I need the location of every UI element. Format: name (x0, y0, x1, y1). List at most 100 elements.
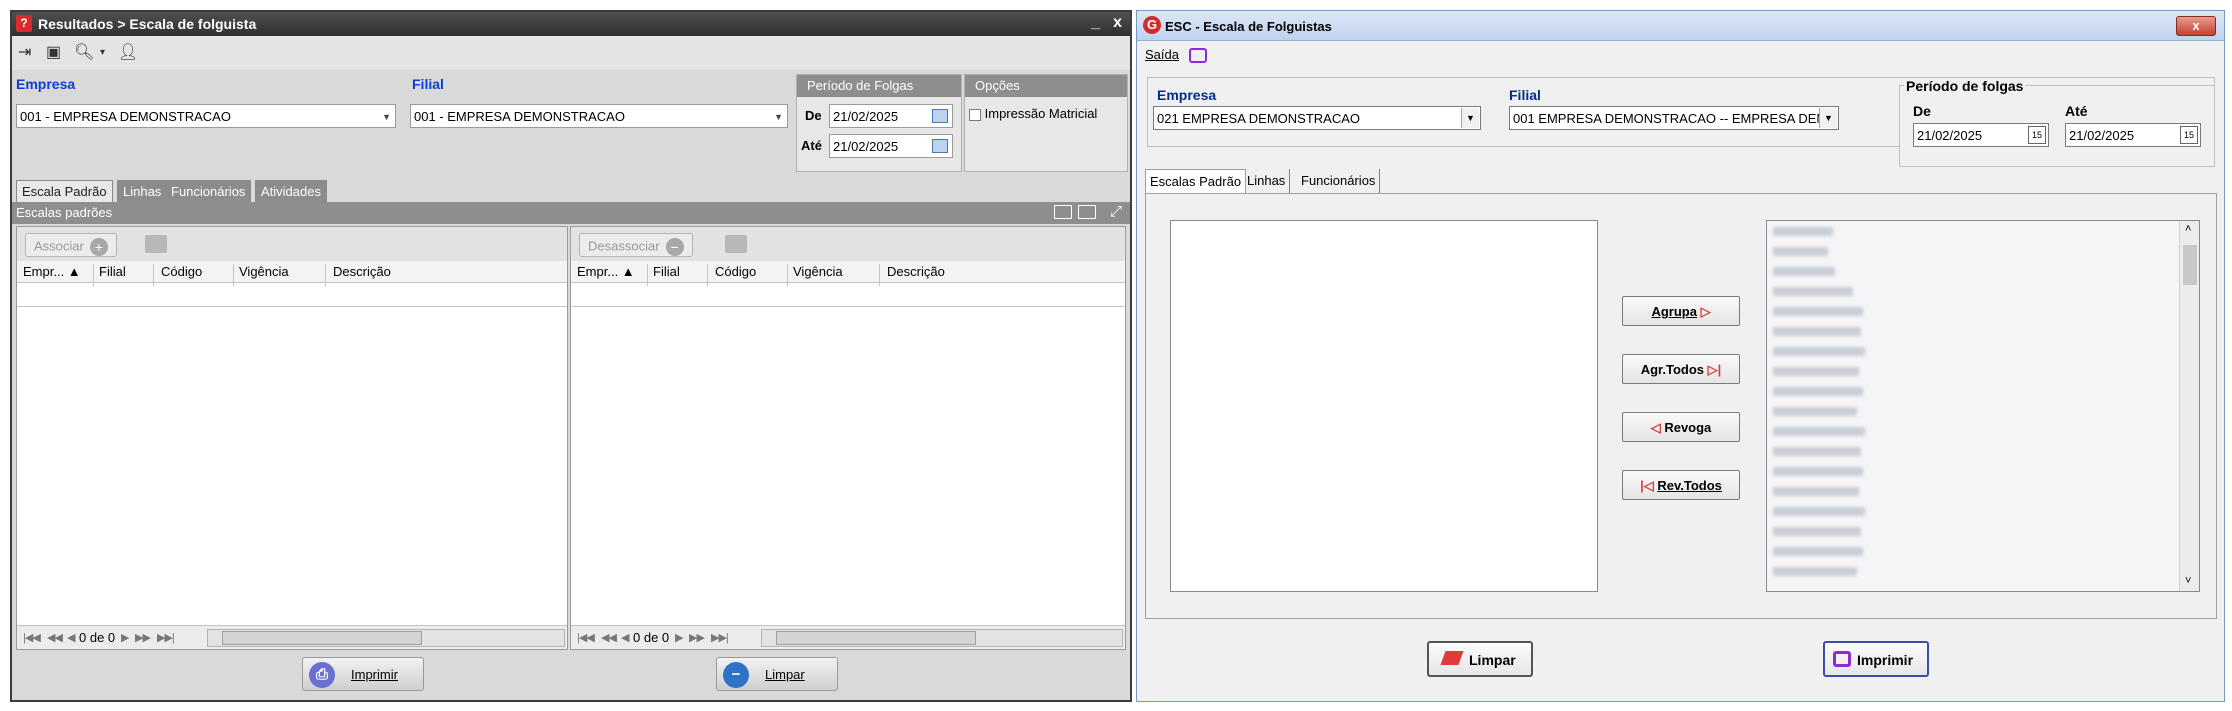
left-toolbar: ⇥ ▣ 🔍︎ ▾ 👤︎ (12, 36, 1130, 70)
limpar-button[interactable]: − Limpar (716, 657, 838, 691)
calendar-icon[interactable] (932, 139, 948, 153)
tab-linhas[interactable]: Linhas (1243, 169, 1291, 193)
filter-row[interactable] (571, 283, 1125, 307)
menu-saida[interactable]: Saída (1145, 47, 1179, 62)
tab-escala-padrao[interactable]: Escala Padrão (16, 180, 113, 202)
desassociar-button[interactable]: Desassociar − (579, 233, 693, 257)
impressao-checkbox[interactable]: Impressão Matricial (969, 106, 1097, 121)
tab-atividades[interactable]: Atividades (255, 180, 327, 202)
exit-icon[interactable]: ⇥ (18, 45, 36, 61)
section-header: Escalas padrões ⤢ (12, 202, 1130, 224)
prev-page-icon[interactable]: ◀◀ (601, 631, 617, 644)
expand-icon[interactable]: ⤢ (1110, 203, 1122, 220)
filter-row[interactable] (17, 283, 567, 307)
empresa-combo[interactable]: 021 EMPRESA DEMONSTRACAO ▼ (1153, 106, 1481, 130)
calendar-icon[interactable] (932, 109, 948, 123)
next-icon[interactable]: ▶ (121, 631, 130, 644)
filter-icon[interactable] (725, 235, 747, 253)
horizontal-scrollbar[interactable] (761, 629, 1123, 647)
next-page-icon[interactable]: ▶▶ (135, 631, 151, 644)
first-page-icon[interactable]: |◀◀ (23, 631, 41, 644)
record-count: 0 de 0 (633, 630, 670, 645)
col-filial[interactable]: Filial (99, 264, 126, 279)
window-icon[interactable] (1078, 205, 1096, 219)
left-window: ? Resultados > Escala de folguista _ x ⇥… (10, 10, 1132, 702)
minus-icon: − (665, 238, 684, 256)
grid-view-icon[interactable] (1054, 205, 1072, 219)
associar-button[interactable]: Associar + (25, 233, 117, 257)
col-vigencia[interactable]: Vigência (793, 264, 843, 279)
screen-icon[interactable]: ▣ (46, 45, 64, 61)
user-icon[interactable]: 👤︎ (118, 45, 138, 61)
chevron-down-icon[interactable]: ▾ (100, 45, 118, 61)
filter-icon[interactable] (145, 235, 167, 253)
agr-todos-button[interactable]: Agr.Todos ▷| (1622, 354, 1740, 384)
left-title-bar: ? Resultados > Escala de folguista _ x (12, 12, 1130, 36)
next-page-icon[interactable]: ▶▶ (689, 631, 705, 644)
limpar-button[interactable]: Limpar (1427, 641, 1533, 677)
calendar-icon[interactable]: 15 (2180, 126, 2198, 144)
col-descricao[interactable]: Descrição (333, 264, 391, 279)
prev-icon[interactable]: ◀ (67, 631, 76, 644)
col-empresa[interactable]: Empr... ▲ (23, 264, 81, 279)
tab-linhas[interactable]: Linhas (117, 180, 168, 202)
tab-funcionarios[interactable]: Funcionários (165, 180, 252, 202)
left-window-title: Resultados > Escala de folguista (38, 16, 257, 32)
col-descricao[interactable]: Descrição (887, 264, 945, 279)
de-label: De (1913, 103, 1931, 119)
next-icon[interactable]: ▶ (675, 631, 684, 644)
prev-page-icon[interactable]: ◀◀ (47, 631, 63, 644)
search-icon[interactable]: 🔍︎ (74, 45, 94, 61)
col-filial[interactable]: Filial (653, 264, 680, 279)
chevron-down-icon: ▼ (382, 112, 391, 122)
horizontal-scrollbar[interactable] (207, 629, 565, 647)
tab-funcionarios[interactable]: Funcionários (1297, 169, 1381, 193)
periodo-header: Período de Folgas (797, 75, 961, 97)
escalas-disponiveis-panel: Associar + Empr... ▲ Filial Código Vigênc… (16, 226, 568, 650)
close-button[interactable]: x (1113, 14, 1122, 32)
opcoes-header: Opções (965, 75, 1127, 97)
empresa-combo[interactable]: 001 - EMPRESA DEMONSTRACAO ▼ (16, 104, 396, 128)
minimize-button[interactable]: _ (1091, 14, 1100, 32)
minus-icon: − (723, 662, 749, 688)
escalas-associadas-panel: Desassociar − Empr... ▲ Filial Código Vig… (570, 226, 1126, 650)
chevron-down-icon[interactable]: ˅ (2185, 575, 2191, 587)
close-button[interactable]: x (2176, 16, 2216, 36)
selected-list[interactable]: ˄ ˅ (1766, 220, 2200, 592)
agrupa-button[interactable]: Agrupa ▷ (1622, 296, 1740, 326)
col-vigencia[interactable]: Vigência (239, 264, 289, 279)
col-empresa[interactable]: Empr... ▲ (577, 264, 635, 279)
col-codigo[interactable]: Código (161, 264, 202, 279)
first-page-icon[interactable]: |◀◀ (577, 631, 595, 644)
chevron-up-icon[interactable]: ˄ (2185, 223, 2191, 235)
filial-combo[interactable]: 001 EMPRESA DEMONSTRACAO -- EMPRESA DEMO… (1509, 106, 1839, 130)
last-page-icon[interactable]: ▶▶| (157, 631, 175, 644)
scroll-thumb[interactable] (2183, 245, 2197, 285)
imprimir-button[interactable]: Imprimir (1823, 641, 1929, 677)
ate-date-input[interactable]: 21/02/2025 (829, 134, 953, 158)
arrow-left-end-icon: |◁ (1640, 478, 1654, 493)
eraser-icon (1440, 651, 1464, 665)
vertical-scrollbar[interactable]: ˄ ˅ (2179, 221, 2199, 591)
de-date-input[interactable]: 21/02/2025 (829, 104, 953, 128)
filial-label: Filial (412, 76, 444, 92)
revoga-button[interactable]: ◁ Revoga (1622, 412, 1740, 442)
calendar-icon[interactable]: 15 (2028, 126, 2046, 144)
last-page-icon[interactable]: ▶▶| (711, 631, 729, 644)
prev-icon[interactable]: ◀ (621, 631, 630, 644)
available-list[interactable] (1170, 220, 1598, 592)
tab-escalas-padrao[interactable]: Escalas Padrão (1145, 169, 1247, 195)
ate-date-input[interactable]: 21/02/2025 15 (2065, 123, 2201, 147)
printer-icon (1833, 651, 1851, 667)
de-date-input[interactable]: 21/02/2025 15 (1913, 123, 2049, 147)
periodo-label: Período de folgas (1904, 78, 2026, 94)
checkbox-icon[interactable] (969, 108, 981, 121)
empresa-label: Empresa (16, 76, 76, 92)
right-title-bar: G ESC - Escala de Folguistas x (1137, 11, 2224, 41)
chevron-down-icon: ▼ (1461, 108, 1479, 128)
imprimir-button[interactable]: ⎙ Imprimir (302, 657, 424, 691)
rev-todos-button[interactable]: |◁ Rev.Todos (1622, 470, 1740, 500)
col-codigo[interactable]: Código (715, 264, 756, 279)
filial-combo[interactable]: 001 - EMPRESA DEMONSTRACAO ▼ (410, 104, 788, 128)
chat-icon[interactable] (1188, 48, 1207, 64)
